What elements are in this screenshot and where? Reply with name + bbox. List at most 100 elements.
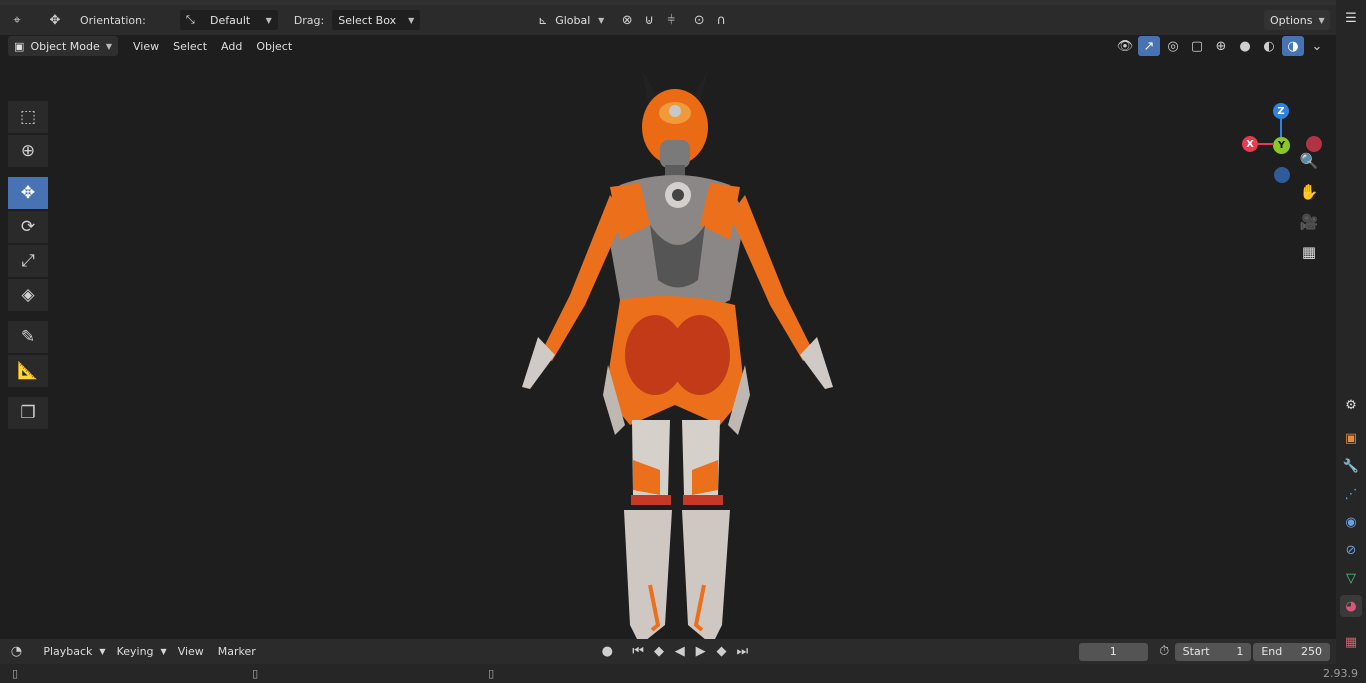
drag-value: Select Box xyxy=(338,13,397,27)
rotate-icon: ⟳ xyxy=(20,217,36,237)
zoom-view-button[interactable]: 🔍 xyxy=(1298,150,1320,172)
timeline-header: ◔ Playback ▼ Keying ▼ View Marker ● ⏮ ◆ … xyxy=(0,639,1336,664)
add-cube-tool[interactable]: ❐ xyxy=(8,397,48,429)
axes-icon: ⊾ xyxy=(538,13,548,27)
material-icon[interactable]: ◕ xyxy=(1340,595,1362,617)
move-tool-icon: ✥ xyxy=(49,12,61,28)
end-frame-field[interactable]: End 250 xyxy=(1253,642,1330,661)
cursor-icon: ⊕ xyxy=(20,141,36,161)
particles-icon[interactable]: ⋰ xyxy=(1340,483,1362,505)
editor-type-icon[interactable]: ⌖ xyxy=(6,10,28,30)
select-box-icon: ⬚ xyxy=(19,107,37,127)
camera-view-button[interactable]: 🎥 xyxy=(1298,211,1320,233)
orientation-value: Default xyxy=(210,13,251,27)
wireframe-shading-icon[interactable]: ⊕ xyxy=(1210,36,1232,56)
current-frame-field[interactable]: 1 xyxy=(1078,642,1148,661)
mode-dropdown[interactable]: ▣ Object Mode ▼ xyxy=(8,36,118,56)
menu-select[interactable]: Select xyxy=(166,38,214,55)
drag-dropdown[interactable]: Select Box ▼ xyxy=(332,10,421,30)
status-bar: ▯ ▯ ▯ 2.93.9 xyxy=(0,664,1366,683)
falloff-icon[interactable]: ∩ xyxy=(710,10,732,30)
character-model[interactable] xyxy=(500,65,860,675)
current-frame-value: 1 xyxy=(1109,645,1117,658)
x-axis-handle[interactable]: X xyxy=(1242,136,1258,152)
object-properties-icon[interactable]: ▣ xyxy=(1340,427,1362,449)
3d-viewport[interactable]: ⬚ ⊕ ✥ ⟳ ⤢ ◈ ✎ 📐 ❐ Z Y X 🔍 ✋ 🎥 ▦ xyxy=(0,35,1336,668)
gizmo-toggle-icon[interactable]: ↗ xyxy=(1138,36,1160,56)
transform-orientation-dropdown[interactable]: ⊾ Global ▼ xyxy=(532,10,611,30)
menu-view[interactable]: View xyxy=(126,38,166,55)
solid-shading-icon[interactable]: ● xyxy=(1234,36,1256,56)
jump-keyframe-forward-icon[interactable]: ◆ xyxy=(711,642,732,662)
start-frame-field[interactable]: Start 1 xyxy=(1174,642,1252,661)
chevron-down-icon: ▼ xyxy=(99,647,106,656)
material-shading-icon[interactable]: ◐ xyxy=(1258,36,1280,56)
stopwatch-icon[interactable]: ⏱ xyxy=(1154,642,1175,662)
physics-icon[interactable]: ◉ xyxy=(1340,511,1362,533)
annotate-tool[interactable]: ✎ xyxy=(8,321,48,353)
ortho-toggle-button[interactable]: ▦ xyxy=(1298,241,1320,263)
move-tool[interactable]: ✥ xyxy=(8,177,48,209)
cursor-tool[interactable]: ⊕ xyxy=(8,135,48,167)
outliner-icon[interactable]: ☰ xyxy=(1340,7,1362,29)
chevron-down-icon: ▼ xyxy=(408,15,415,25)
menu-marker[interactable]: Marker xyxy=(211,643,263,660)
scale-icon: ⤢ xyxy=(21,251,35,271)
camera-icon: 🎥 xyxy=(1299,213,1319,231)
menu-add[interactable]: Add xyxy=(214,38,249,55)
mesh-data-icon[interactable]: ▽ xyxy=(1340,567,1362,589)
play-reverse-icon[interactable]: ◀ xyxy=(669,642,690,662)
jump-keyframe-back-icon[interactable]: ◆ xyxy=(649,642,670,662)
overlay-icon[interactable]: ◎ xyxy=(1162,36,1184,56)
constraints-icon[interactable]: ⊘ xyxy=(1340,539,1362,561)
start-value: 1 xyxy=(1236,645,1244,658)
select-box-tool[interactable]: ⬚ xyxy=(8,101,48,133)
add-cube-icon: ❐ xyxy=(20,403,36,423)
orientation-dropdown[interactable]: ⤡ Default ▼ xyxy=(179,10,278,30)
record-icon[interactable]: ● xyxy=(597,642,618,662)
navigation-gizmo[interactable]: Z Y X xyxy=(1236,99,1326,189)
menu-object[interactable]: Object xyxy=(249,38,299,55)
measure-tool[interactable]: 📐 xyxy=(8,355,48,387)
properties-toggle-icon[interactable]: ⚙ xyxy=(1340,394,1362,416)
snap-icon[interactable]: ⊍ xyxy=(638,10,660,30)
chevron-down-icon: ▼ xyxy=(1318,15,1325,25)
pivot-point-icon[interactable]: ⊗ xyxy=(616,10,638,30)
chevron-down-icon: ▼ xyxy=(160,647,167,656)
z-axis-label: Z xyxy=(1277,105,1285,117)
menu-playback[interactable]: Playback xyxy=(36,643,99,660)
options-label: Options xyxy=(1270,13,1313,27)
scale-tool[interactable]: ⤢ xyxy=(8,245,48,277)
viewport-header: ▣ Object Mode ▼ View Select Add Object 👁… xyxy=(0,35,1336,57)
annotate-icon: ✎ xyxy=(20,327,36,347)
chevron-down-icon: ▼ xyxy=(265,15,272,25)
x-axis-label: X xyxy=(1246,138,1254,150)
neg-z-axis-handle[interactable] xyxy=(1274,167,1290,183)
z-axis-handle[interactable]: Z xyxy=(1273,103,1289,119)
visibility-icon[interactable]: 👁 xyxy=(1114,36,1136,56)
jump-end-icon[interactable]: ⏭ xyxy=(732,642,753,662)
transform-space-value: Global xyxy=(555,13,591,27)
modifier-icon[interactable]: 🔧 xyxy=(1340,455,1362,477)
snap-target-icon[interactable]: ⫩ xyxy=(660,10,682,30)
rendered-shading-icon[interactable]: ◑ xyxy=(1282,36,1304,56)
proportional-edit-icon[interactable]: ⊙ xyxy=(688,10,710,30)
y-axis-label: Y xyxy=(1277,140,1286,151)
play-icon[interactable]: ▶ xyxy=(690,642,711,662)
pan-view-button[interactable]: ✋ xyxy=(1298,181,1320,203)
timeline-editor-icon[interactable]: ◔ xyxy=(6,642,27,662)
rotate-tool[interactable]: ⟳ xyxy=(8,211,48,243)
menu-timeline-view[interactable]: View xyxy=(171,643,211,660)
tool-shelf: ⬚ ⊕ ✥ ⟳ ⤢ ◈ ✎ 📐 ❐ xyxy=(8,101,50,429)
chevron-down-icon: ▼ xyxy=(105,41,112,51)
transform-tool[interactable]: ◈ xyxy=(8,279,48,311)
hand-icon: ✋ xyxy=(1299,183,1319,201)
jump-start-icon[interactable]: ⏮ xyxy=(628,642,649,662)
mouse-middle-icon: ▯ xyxy=(252,667,259,680)
menu-keying[interactable]: Keying xyxy=(110,643,161,660)
shading-options-chevron-icon[interactable]: ⌄ xyxy=(1306,36,1328,56)
y-axis-handle[interactable]: Y xyxy=(1273,137,1290,154)
options-dropdown[interactable]: Options ▼ xyxy=(1264,10,1330,30)
xray-icon[interactable]: ▢ xyxy=(1186,36,1208,56)
texture-icon[interactable]: ▦ xyxy=(1340,631,1362,653)
